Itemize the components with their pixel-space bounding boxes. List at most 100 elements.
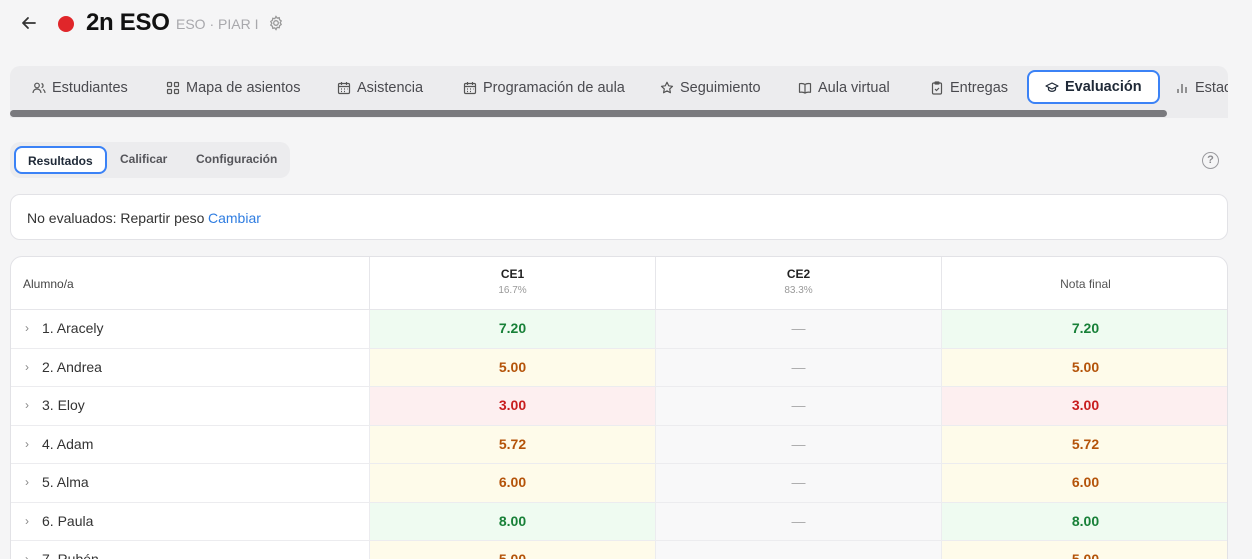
- column-weight: 83.3%: [784, 285, 813, 296]
- weight-notice: No evaluados: Repartir peso Cambiar: [10, 194, 1228, 240]
- student-name: 7. Rubén: [42, 551, 99, 559]
- column-label: CE2: [786, 267, 811, 281]
- tab-entregas[interactable]: Entregas: [930, 71, 1008, 105]
- table-row[interactable]: › 5. Alma 6.00 — 6.00: [11, 464, 1227, 503]
- tabs-scrollbar[interactable]: [10, 110, 1167, 117]
- ce2-score: —: [656, 425, 942, 463]
- change-link[interactable]: Cambiar: [208, 210, 261, 226]
- ce2-score: —: [656, 387, 942, 425]
- ce1-score: 5.72: [370, 425, 656, 463]
- column-header-ce1[interactable]: CE1 16.7%: [370, 257, 656, 310]
- final-score: 5.00: [942, 348, 1227, 386]
- ce1-score: 3.00: [370, 387, 656, 425]
- evaluation-subtabs: Resultados Calificar Configuración: [10, 142, 290, 178]
- tab-estadisticas[interactable]: Estad: [1175, 71, 1228, 105]
- chevron-right-icon[interactable]: ›: [25, 514, 29, 528]
- notice-text: No evaluados: Repartir peso: [27, 210, 205, 226]
- page-title: 2n ESO: [86, 9, 170, 36]
- ce1-score: 8.00: [370, 502, 656, 540]
- column-weight: 16.7%: [498, 285, 527, 296]
- student-cell[interactable]: › 7. Rubén: [11, 541, 370, 559]
- bar-chart-icon: [1177, 84, 1187, 93]
- chevron-right-icon[interactable]: ›: [25, 552, 29, 559]
- calendar-icon: [337, 82, 351, 95]
- results-table: Alumno/a CE1 16.7% CE2 83.3% Nota final …: [10, 256, 1228, 559]
- ce1-score: 5.00: [370, 541, 656, 559]
- student-name: 5. Alma: [42, 474, 89, 490]
- table-row[interactable]: › 4. Adam 5.72 — 5.72: [11, 425, 1227, 464]
- final-score: 5.00: [942, 541, 1227, 559]
- grid-icon: [166, 81, 180, 95]
- page-subtitle: ESO · PIAR I: [176, 16, 259, 32]
- users-icon: [32, 82, 46, 94]
- tab-programacion-de-aula[interactable]: Programación de aula: [463, 71, 625, 105]
- table-row[interactable]: › 2. Andrea 5.00 — 5.00: [11, 348, 1227, 387]
- ce2-score: —: [656, 348, 942, 386]
- status-dot-icon: [58, 16, 74, 32]
- tab-seguimiento[interactable]: Seguimiento: [660, 71, 761, 105]
- ce1-score: 7.20: [370, 310, 656, 348]
- help-icon[interactable]: ?: [1202, 152, 1219, 169]
- student-cell[interactable]: › 1. Aracely: [11, 310, 370, 348]
- tab-aula-virtual[interactable]: Aula virtual: [798, 71, 890, 105]
- final-score: 7.20: [942, 310, 1227, 348]
- page-header: 2n ESO ESO · PIAR I: [0, 0, 1252, 50]
- subtab-resultados[interactable]: Resultados: [14, 146, 107, 174]
- tab-evaluacion[interactable]: Evaluación: [1027, 70, 1160, 104]
- chevron-right-icon[interactable]: ›: [25, 360, 29, 374]
- column-label: Alumno/a: [23, 277, 74, 291]
- chevron-right-icon[interactable]: ›: [25, 321, 29, 335]
- ce1-score: 6.00: [370, 464, 656, 502]
- main-tabs: Estudiantes Mapa de asientos Asistencia …: [10, 66, 1228, 118]
- gear-icon[interactable]: [268, 15, 284, 31]
- student-cell[interactable]: › 4. Adam: [11, 425, 370, 463]
- tab-label: Evaluación: [1065, 79, 1142, 95]
- tab-label: Aula virtual: [818, 80, 890, 96]
- clipboard-icon: [931, 81, 943, 95]
- graduation-cap-icon: [1045, 82, 1059, 92]
- table-header: Alumno/a CE1 16.7% CE2 83.3% Nota final: [11, 257, 1227, 310]
- tab-mapa-de-asientos[interactable]: Mapa de asientos: [166, 71, 300, 105]
- tab-label: Estad: [1195, 80, 1228, 96]
- column-header-ce2[interactable]: CE2 83.3%: [656, 257, 942, 310]
- ce1-score: 5.00: [370, 348, 656, 386]
- student-name: 4. Adam: [42, 435, 94, 452]
- subtab-calificar[interactable]: Calificar: [108, 146, 179, 174]
- tab-label: Estudiantes: [52, 80, 128, 96]
- final-score: 6.00: [942, 464, 1227, 502]
- ce2-score: —: [656, 541, 942, 559]
- student-name: 6. Paula: [42, 512, 94, 529]
- student-cell[interactable]: › 3. Eloy: [11, 387, 370, 425]
- table-row[interactable]: › 1. Aracely 7.20 — 7.20: [11, 310, 1227, 349]
- final-score: 5.72: [942, 425, 1227, 463]
- tab-label: Entregas: [950, 80, 1009, 96]
- tab-label: Asistencia: [357, 80, 424, 96]
- column-label: CE1: [500, 267, 525, 281]
- student-name: 3. Eloy: [42, 397, 85, 413]
- student-name: 2. Andrea: [42, 358, 102, 375]
- table-row[interactable]: › 7. Rubén 5.00 — 5.00: [11, 541, 1227, 559]
- table-row[interactable]: › 3. Eloy 3.00 — 3.00: [11, 387, 1227, 426]
- ce2-score: —: [656, 464, 942, 502]
- final-score: 8.00: [942, 502, 1227, 540]
- back-arrow-icon[interactable]: [18, 12, 40, 34]
- calendar-icon: [463, 82, 477, 95]
- final-score: 3.00: [942, 387, 1227, 425]
- student-name: 1. Aracely: [42, 320, 104, 336]
- tab-estudiantes[interactable]: Estudiantes: [32, 71, 128, 105]
- column-header-student[interactable]: Alumno/a: [11, 257, 370, 310]
- ce2-score: —: [656, 310, 942, 348]
- student-cell[interactable]: › 5. Alma: [11, 464, 370, 502]
- column-label: Nota final: [1060, 277, 1111, 291]
- subtab-configuracion[interactable]: Configuración: [184, 146, 289, 174]
- student-cell[interactable]: › 2. Andrea: [11, 348, 370, 386]
- table-row[interactable]: › 6. Paula 8.00 — 8.00: [11, 502, 1227, 541]
- tab-asistencia[interactable]: Asistencia: [337, 71, 423, 105]
- book-icon: [798, 82, 812, 94]
- column-header-final[interactable]: Nota final: [942, 257, 1227, 310]
- student-cell[interactable]: › 6. Paula: [11, 502, 370, 540]
- chevron-right-icon[interactable]: ›: [25, 437, 29, 451]
- chevron-right-icon[interactable]: ›: [25, 398, 29, 412]
- chevron-right-icon[interactable]: ›: [25, 475, 29, 489]
- star-icon: [660, 81, 674, 94]
